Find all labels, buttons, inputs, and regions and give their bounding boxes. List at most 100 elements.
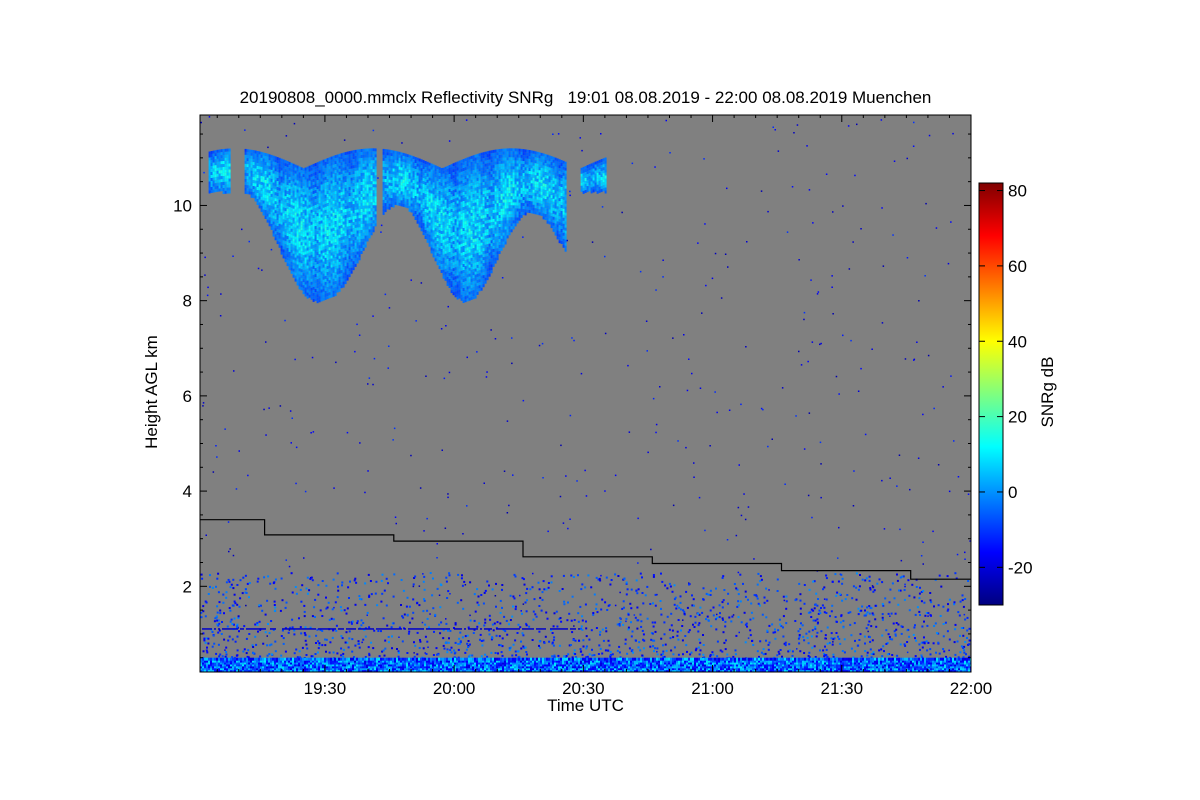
cloud-pixel bbox=[296, 198, 299, 202]
cloud-pixel bbox=[420, 162, 423, 166]
cloud-pixel bbox=[480, 275, 483, 279]
cloud-pixel bbox=[304, 167, 307, 171]
cloud-pixel bbox=[314, 238, 317, 242]
cloud-pixel bbox=[356, 152, 359, 156]
cloud-pixel bbox=[462, 174, 465, 177]
cloud-pixel bbox=[398, 199, 401, 203]
cloud-pixel bbox=[302, 177, 305, 181]
cloud-pixel bbox=[362, 226, 365, 230]
cloud-pixel bbox=[326, 191, 329, 195]
noise-pixel bbox=[238, 450, 240, 452]
cloud-pixel bbox=[482, 221, 485, 225]
cloud-pixel bbox=[436, 250, 439, 254]
cloud-pixel bbox=[354, 161, 357, 165]
cloud-pixel bbox=[402, 152, 405, 156]
cloud-pixel bbox=[484, 196, 487, 200]
cloud-pixel bbox=[440, 252, 443, 255]
cloud-pixel bbox=[338, 213, 341, 217]
noise-pixel bbox=[880, 119, 883, 121]
cloud-pixel bbox=[382, 172, 385, 176]
cloud-pixel bbox=[386, 185, 389, 189]
cloud-pixel bbox=[294, 275, 297, 279]
cloud-pixel bbox=[328, 292, 331, 296]
noise-pixel bbox=[494, 595, 497, 597]
cloud-pixel bbox=[290, 201, 293, 205]
cloud-pixel bbox=[342, 173, 345, 177]
noise-pixel bbox=[426, 517, 428, 520]
cloud-pixel bbox=[310, 248, 313, 252]
cloud-pixel bbox=[338, 192, 341, 196]
cloud-pixel bbox=[504, 241, 507, 245]
cloud-pixel bbox=[258, 151, 261, 155]
cloud-pixel bbox=[288, 245, 291, 249]
cloud-pixel bbox=[284, 232, 287, 236]
cloud-pixel bbox=[314, 265, 317, 269]
cloud-pixel bbox=[470, 188, 473, 192]
cloud-pixel bbox=[306, 178, 309, 182]
cloud-pixel bbox=[274, 201, 277, 205]
cloud-pixel bbox=[442, 266, 445, 270]
cloud-pixel bbox=[474, 214, 477, 218]
cloud-pixel bbox=[490, 168, 493, 172]
cloud-pixel bbox=[470, 227, 473, 231]
noise-pixel bbox=[418, 585, 421, 587]
cloud-pixel bbox=[306, 172, 309, 176]
cloud-pixel bbox=[488, 219, 491, 223]
cloud-pixel bbox=[464, 158, 467, 162]
cloud-pixel bbox=[304, 206, 307, 210]
cloud-pixel bbox=[386, 158, 389, 162]
cloud-pixel bbox=[430, 184, 433, 188]
cloud-pixel bbox=[366, 163, 369, 167]
cloud-pixel bbox=[352, 192, 355, 196]
cloud-pixel bbox=[470, 233, 473, 237]
cloud-pixel bbox=[348, 202, 351, 206]
cloud-pixel bbox=[452, 232, 455, 236]
cloud-pixel bbox=[324, 191, 327, 195]
cloud-pixel bbox=[370, 172, 373, 176]
cloud-pixel bbox=[456, 278, 459, 282]
cloud-pixel bbox=[496, 209, 499, 213]
cloud-pixel bbox=[356, 212, 359, 216]
noise-pixel bbox=[511, 337, 513, 339]
noise-pixel bbox=[881, 479, 883, 482]
noise-pixel bbox=[485, 376, 488, 378]
cloud-pixel bbox=[394, 195, 397, 199]
cloud-pixel bbox=[442, 221, 445, 225]
cloud-pixel bbox=[476, 273, 479, 277]
cloud-pixel bbox=[436, 193, 439, 197]
cloud-pixel bbox=[326, 236, 329, 240]
cloud-pixel bbox=[366, 208, 369, 212]
cloud-pixel bbox=[502, 196, 505, 200]
cloud-pixel bbox=[212, 168, 215, 172]
noise-pixel bbox=[604, 490, 606, 492]
cloud-pixel bbox=[444, 184, 447, 188]
cloud-pixel bbox=[492, 254, 495, 258]
cloud-pixel bbox=[474, 259, 477, 263]
cloud-pixel bbox=[396, 160, 399, 164]
cloud-pixel bbox=[312, 253, 315, 257]
cloud-pixel bbox=[316, 237, 319, 241]
cloud-pixel bbox=[356, 227, 359, 231]
cloud-pixel bbox=[436, 175, 439, 179]
cloud-pixel bbox=[412, 186, 415, 190]
cloud-pixel bbox=[466, 205, 469, 209]
cloud-pixel bbox=[432, 245, 435, 249]
cloud-pixel bbox=[464, 194, 467, 198]
cloud-pixel bbox=[408, 208, 411, 212]
cloud-pixel bbox=[360, 245, 363, 248]
noise-pixel bbox=[774, 129, 776, 131]
cloud-pixel bbox=[324, 161, 327, 165]
cloud-pixel bbox=[312, 169, 315, 173]
cloud-pixel bbox=[354, 248, 357, 252]
cloud-pixel bbox=[460, 198, 463, 202]
cloud-pixel bbox=[298, 226, 301, 230]
cloud-pixel bbox=[322, 165, 325, 169]
cloud-pixel bbox=[262, 212, 265, 216]
cloud-pixel bbox=[330, 249, 333, 253]
cloud-pixel bbox=[318, 239, 321, 243]
cloud-pixel bbox=[302, 252, 305, 256]
cloud-pixel bbox=[348, 229, 351, 233]
cloud-pixel bbox=[312, 199, 315, 203]
cloud-pixel bbox=[446, 225, 449, 229]
cloud-pixel bbox=[362, 229, 365, 233]
